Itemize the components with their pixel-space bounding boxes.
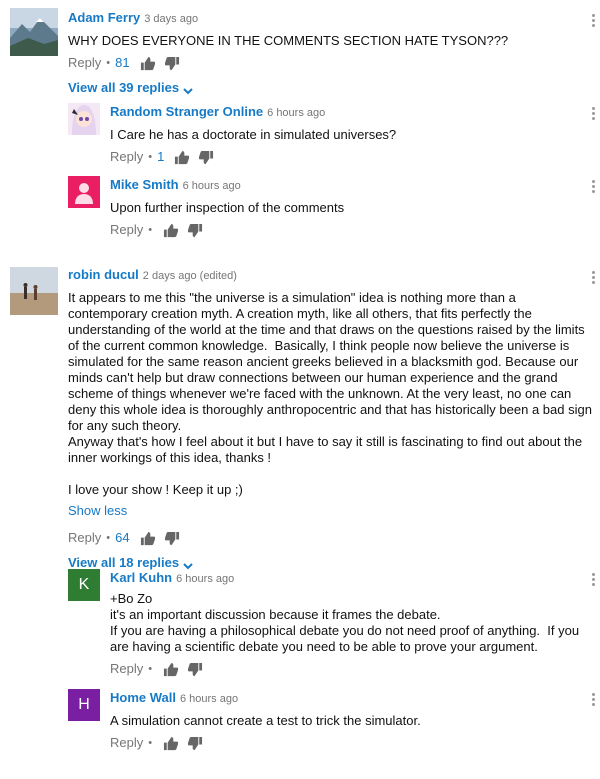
chevron-down-icon[interactable] [183, 83, 193, 95]
timestamp[interactable]: 2 days ago (edited) [143, 270, 237, 282]
avatar[interactable] [10, 267, 58, 315]
thumbs-up-icon[interactable] [163, 223, 179, 238]
like-count: 64 [115, 530, 130, 545]
thumbs-up-icon[interactable] [174, 150, 190, 165]
thumbs-up-icon[interactable] [163, 736, 179, 751]
reply-button[interactable]: Reply [110, 661, 143, 677]
timestamp[interactable]: 6 hours ago [180, 693, 238, 705]
separator-dot: • [148, 151, 153, 163]
more-options-icon[interactable] [592, 12, 596, 29]
comment-text: +Bo Zo it's an important discussion beca… [110, 591, 580, 654]
avatar-letter: H [78, 696, 90, 713]
timestamp[interactable]: 3 days ago [144, 13, 198, 25]
separator-dot: • [148, 737, 153, 749]
thumbs-down-icon[interactable] [164, 56, 180, 71]
anime-character-photo-icon [68, 103, 100, 135]
separator-dot: • [106, 532, 111, 544]
reply-button[interactable]: Reply [110, 222, 143, 238]
author-name[interactable]: Adam Ferry [68, 10, 140, 25]
reply-button[interactable]: Reply [110, 149, 143, 165]
more-options-icon[interactable] [592, 105, 596, 122]
view-replies-link[interactable]: View all 18 replies [68, 555, 179, 570]
thumbs-up-icon[interactable] [140, 531, 155, 546]
comment-text: Upon further inspection of the comments [110, 200, 345, 215]
show-less-link[interactable]: Show less [68, 503, 127, 518]
thumbs-down-icon[interactable] [187, 223, 203, 238]
view-replies-link[interactable]: View all 39 replies [68, 80, 179, 95]
like-count: 81 [115, 55, 130, 70]
mountain-landscape-photo-icon [10, 8, 58, 56]
more-options-icon[interactable] [592, 178, 596, 195]
timestamp[interactable]: 6 hours ago [176, 573, 234, 585]
author-name[interactable]: robin ducul [68, 267, 139, 282]
thumbs-down-icon[interactable] [187, 662, 203, 677]
more-options-icon[interactable] [592, 571, 596, 588]
thumbs-down-icon[interactable] [187, 736, 203, 751]
avatar[interactable] [10, 8, 58, 56]
comment-text: It appears to me this "the universe is a… [68, 290, 592, 497]
more-options-icon[interactable] [592, 691, 596, 708]
timestamp[interactable]: 6 hours ago [183, 180, 241, 192]
default-person-icon [75, 183, 93, 204]
thumbs-down-icon[interactable] [164, 531, 180, 546]
author-name[interactable]: Mike Smith [110, 177, 179, 192]
reply-button[interactable]: Reply [68, 530, 101, 546]
desert-people-photo-icon [10, 267, 58, 315]
reply-button[interactable]: Reply [110, 735, 143, 751]
avatar-letter: K [78, 576, 90, 593]
avatar[interactable]: K [68, 569, 100, 601]
comment-text: WHY DOES EVERYONE IN THE COMMENTS SECTIO… [68, 33, 509, 48]
like-count: 1 [157, 149, 165, 164]
comment-text: I Care he has a doctorate in simulated u… [110, 127, 397, 142]
avatar[interactable] [68, 176, 100, 208]
more-options-icon[interactable] [592, 269, 596, 286]
thumbs-down-icon[interactable] [199, 150, 214, 165]
author-name[interactable]: Home Wall [110, 690, 176, 705]
chevron-down-icon[interactable] [183, 558, 193, 570]
author-name[interactable]: Karl Kuhn [110, 570, 172, 585]
thumbs-up-icon[interactable] [163, 662, 179, 677]
reply-button[interactable]: Reply [68, 55, 101, 71]
avatar[interactable] [68, 103, 100, 135]
separator-dot: • [148, 663, 153, 675]
comment-text: A simulation cannot create a test to tri… [110, 713, 421, 728]
timestamp[interactable]: 6 hours ago [267, 107, 325, 119]
separator-dot: • [106, 57, 111, 69]
thumbs-up-icon[interactable] [140, 56, 155, 71]
separator-dot: • [148, 224, 153, 236]
author-name[interactable]: Random Stranger Online [110, 104, 263, 119]
avatar[interactable]: H [68, 689, 100, 721]
